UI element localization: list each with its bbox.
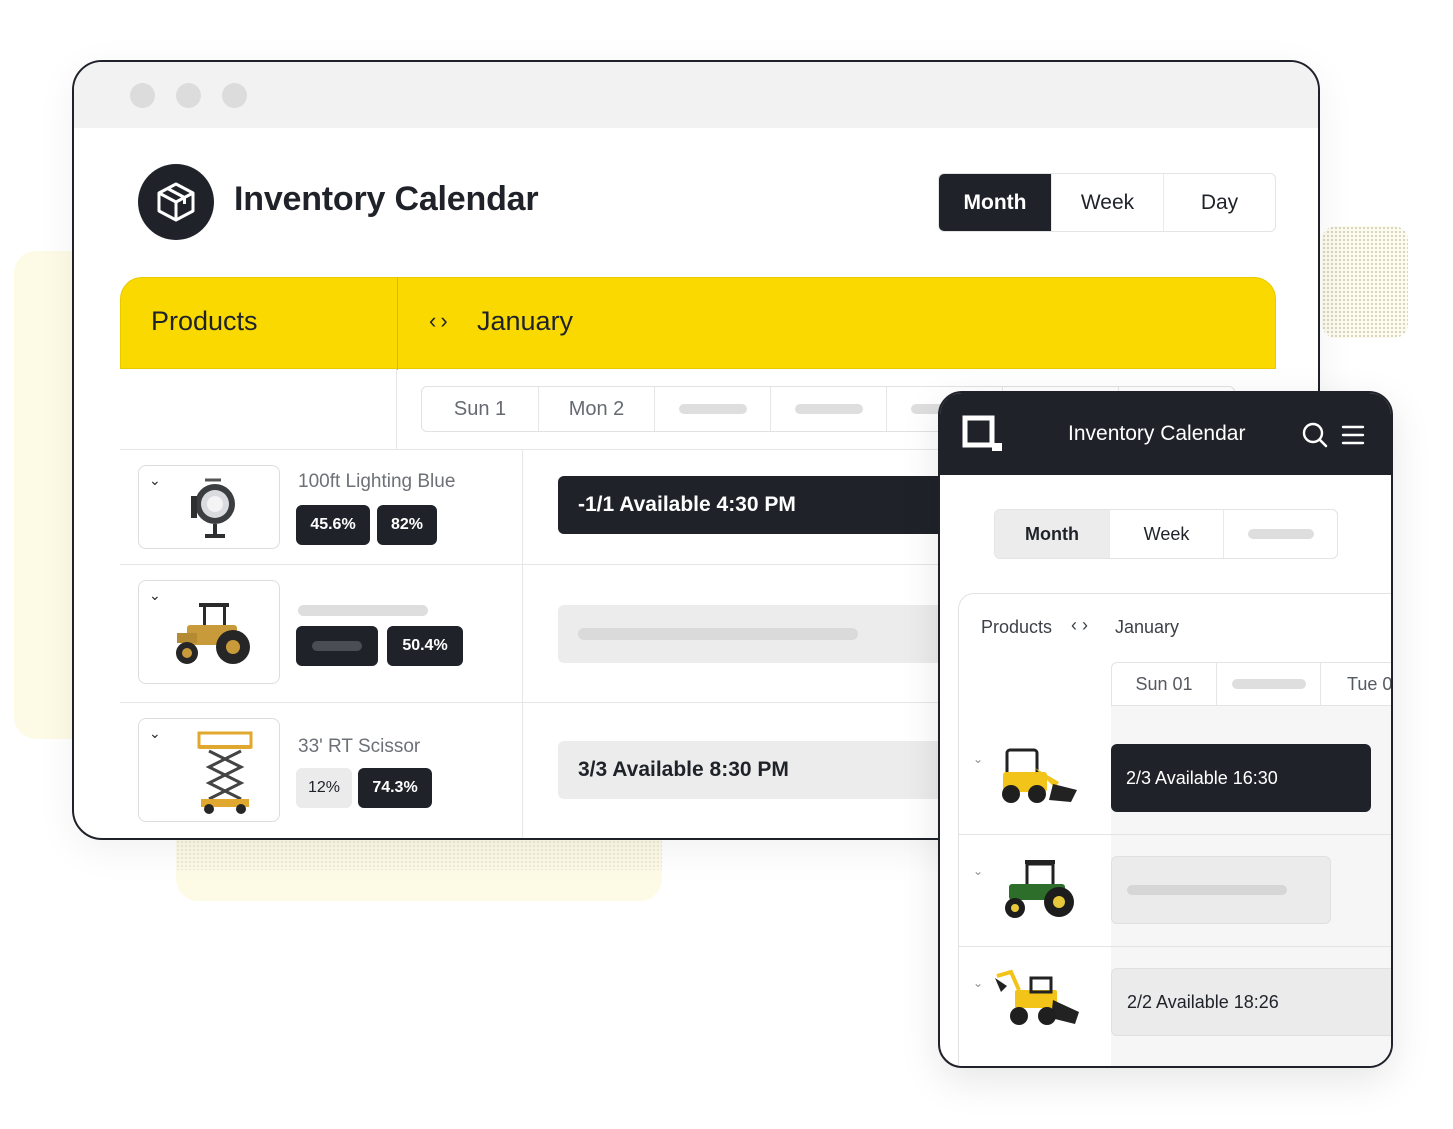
window-titlebar [74, 62, 1318, 128]
mobile-title: Inventory Calendar [1068, 422, 1246, 445]
divider [397, 278, 398, 370]
search-icon[interactable] [1302, 422, 1328, 448]
day-header-placeholder[interactable] [1216, 663, 1320, 705]
spotlight-icon [191, 478, 235, 538]
divider [522, 449, 523, 838]
availability-event[interactable]: -1/1 Available 4:30 PM [558, 476, 958, 534]
mobile-calendar-card: Products ‹› January Sun 01 Tue 0 ⌄ 2/3 A… [958, 593, 1391, 1066]
view-week-button[interactable]: Week [1051, 174, 1163, 231]
view-month-button[interactable]: Month [995, 510, 1109, 558]
window-dot[interactable] [222, 83, 247, 108]
tractor-icon [1005, 860, 1074, 918]
month-nav-arrows[interactable]: ‹› [429, 308, 452, 334]
availability-event[interactable]: 3/3 Available 8:30 PM [558, 741, 958, 799]
product-name: 100ft Lighting Blue [298, 471, 456, 492]
availability-event[interactable]: 2/3 Available 16:30 [1111, 744, 1371, 812]
dotted-decoration [1322, 226, 1408, 338]
utilization-badge: 12% [296, 768, 352, 808]
page-title: Inventory Calendar [234, 180, 539, 218]
view-month-button[interactable]: Month [939, 174, 1051, 231]
month-label: January [477, 306, 574, 336]
chevron-right-icon[interactable]: › [1082, 615, 1093, 635]
chevron-down-icon[interactable]: ⌄ [973, 752, 983, 766]
view-week-button[interactable]: Week [1109, 510, 1223, 558]
chevron-down-icon[interactable]: ⌄ [149, 725, 161, 742]
skid-steer-icon [1002, 748, 1077, 803]
window-dot[interactable] [176, 83, 201, 108]
utilization-badge: 50.4% [387, 626, 463, 666]
product-thumbnail[interactable]: ⌄ [138, 465, 280, 549]
product-thumbnail[interactable]: ⌄ [138, 718, 280, 822]
view-option-placeholder[interactable] [1223, 510, 1337, 558]
chevron-left-icon[interactable]: ‹ [429, 308, 440, 333]
product-name: 33' RT Scissor [298, 736, 421, 757]
utilization-badge: 45.6% [296, 505, 370, 545]
chevron-down-icon[interactable]: ⌄ [149, 587, 161, 604]
calendar-header: Products ‹› January [120, 277, 1276, 370]
backhoe-loader-icon [995, 969, 1079, 1025]
utilization-badge: 74.3% [358, 768, 432, 808]
divider [396, 369, 397, 449]
month-label: January [1115, 617, 1180, 637]
mobile-topbar: Inventory Calendar [940, 393, 1391, 475]
utilization-badge: 82% [377, 505, 437, 545]
products-label: Products [981, 617, 1053, 637]
divider [959, 834, 1391, 835]
chevron-down-icon[interactable]: ⌄ [149, 472, 161, 489]
chevron-right-icon[interactable]: › [440, 308, 451, 333]
product-thumbnail[interactable]: ⌄ [138, 580, 280, 684]
view-switcher: Month Week Day [938, 173, 1276, 232]
availability-event-placeholder[interactable] [1111, 856, 1331, 924]
products-column-header: Products [151, 306, 258, 336]
day-header[interactable]: Mon 2 [538, 387, 654, 431]
tractor-icon [176, 603, 250, 664]
day-header[interactable]: Tue 0 [1320, 663, 1391, 705]
chevron-down-icon[interactable]: ⌄ [973, 976, 983, 990]
mobile-panel: Inventory Calendar Month Week Products ‹… [938, 391, 1393, 1068]
scissor-lift-icon [197, 731, 253, 814]
day-header[interactable]: Sun 1 [422, 387, 538, 431]
utilization-badge-placeholder [296, 626, 378, 666]
chevron-down-icon[interactable]: ⌄ [973, 864, 983, 878]
dotted-decoration [176, 840, 662, 870]
window-dot[interactable] [130, 83, 155, 108]
menu-icon[interactable] [1341, 424, 1365, 446]
availability-event[interactable]: 2/2 Available 18:26 [1111, 968, 1391, 1036]
day-header-placeholder[interactable] [654, 387, 770, 431]
view-day-button[interactable]: Day [1163, 174, 1275, 231]
product-name-placeholder [298, 600, 428, 622]
day-header-placeholder[interactable] [770, 387, 886, 431]
chevron-left-icon[interactable]: ‹ [1071, 615, 1082, 635]
day-strip: Sun 01 Tue 0 [1111, 662, 1391, 706]
logo-icon [962, 415, 1002, 451]
month-nav-arrows[interactable]: ‹› [1071, 615, 1093, 636]
box-icon [138, 164, 214, 240]
availability-event-placeholder[interactable] [558, 605, 958, 663]
divider [959, 946, 1391, 947]
mobile-view-switcher: Month Week [994, 509, 1338, 559]
day-header[interactable]: Sun 01 [1112, 663, 1216, 705]
